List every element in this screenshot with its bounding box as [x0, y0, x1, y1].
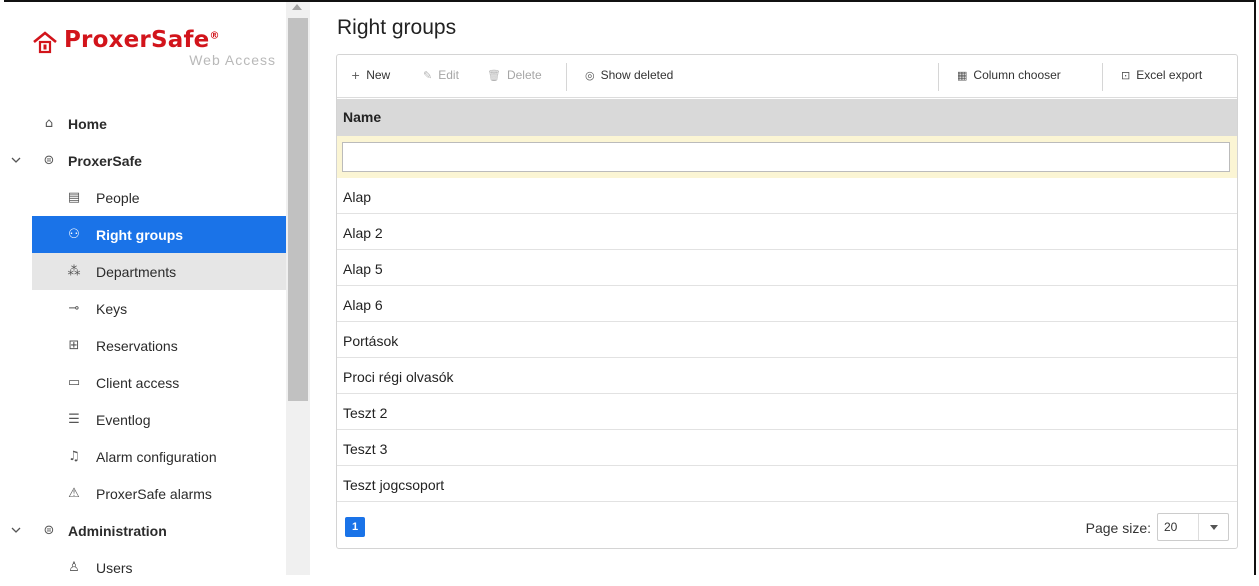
table-row[interactable]: Teszt 3 [337, 430, 1237, 466]
sidebar-item-label: Eventlog [96, 411, 151, 428]
table-row[interactable]: Teszt 2 [337, 394, 1237, 430]
layers-icon: ⊜ [43, 153, 55, 168]
name-filter-input[interactable] [342, 142, 1230, 172]
page-button-current[interactable]: 1 [345, 517, 365, 537]
sidebar-item-label: Client access [96, 374, 180, 391]
sidebar-item-alarm-configuration[interactable]: ♫ Alarm configuration [4, 438, 286, 475]
table-row[interactable]: Teszt jogcsoport [337, 466, 1237, 502]
sidebar-item-label: People [96, 189, 140, 206]
sidebar: ProxerSafe® Web Access ⌂ Home ⊜ ProxerSa… [4, 2, 286, 576]
show-deleted-button[interactable]: ◎ Show deleted [585, 68, 673, 82]
toolbar-divider [938, 63, 939, 91]
sidebar-item-label: Home [68, 115, 107, 132]
sidebar-item-keys[interactable]: ⊸ Keys [4, 290, 286, 327]
grid-rows: Alap Alap 2 Alap 5 Alap 6 Portások Proci… [337, 178, 1237, 502]
brand-subtitle: Web Access [189, 52, 276, 68]
sidebar-item-label: ProxerSafe alarms [96, 485, 212, 502]
user-icon: ♙ [68, 560, 80, 575]
table-row[interactable]: Alap 5 [337, 250, 1237, 286]
toolbar-divider [1102, 63, 1103, 91]
grid-panel: + New ✎ Edit 🗑 Delete ◎ Show deleted ▦ C… [336, 54, 1238, 549]
export-file-icon: ⊡ [1121, 68, 1131, 82]
sidebar-item-proxersafe-alarms[interactable]: ⚠ ProxerSafe alarms [4, 475, 286, 512]
brand-name: ProxerSafe® [64, 27, 220, 53]
page-size-label: Page size: [1085, 520, 1151, 536]
table-row[interactable]: Proci régi olvasók [337, 358, 1237, 394]
chevron-down-icon[interactable] [10, 524, 22, 536]
sidebar-item-home[interactable]: ⌂ Home [4, 105, 286, 142]
list-icon: ☰ [68, 412, 80, 427]
caret-down-icon[interactable] [1210, 525, 1218, 530]
sidebar-item-label: Reservations [96, 337, 178, 354]
filter-row [337, 136, 1237, 178]
sidebar-item-label: Keys [96, 300, 128, 317]
table-row[interactable]: Portások [337, 322, 1237, 358]
column-header-name[interactable]: Name [337, 99, 1237, 136]
sidebar-item-label: Administration [68, 522, 167, 539]
edit-button[interactable]: ✎ Edit [423, 68, 459, 82]
key-icon: ⊸ [68, 301, 80, 316]
bell-icon: ♫ [68, 449, 80, 464]
table-row[interactable]: Alap 6 [337, 286, 1237, 322]
sidebar-scrollbar[interactable] [286, 2, 310, 575]
sidebar-item-label: ProxerSafe [68, 152, 142, 169]
house-logo-icon [33, 31, 57, 54]
eye-icon: ◎ [585, 68, 595, 82]
warning-icon: ⚠ [68, 486, 80, 501]
home-icon: ⌂ [44, 116, 54, 131]
id-card-icon: ▤ [67, 190, 81, 205]
layers-icon: ⊜ [43, 523, 55, 538]
pencil-icon: ✎ [423, 68, 433, 82]
sidebar-item-label: Users [96, 559, 133, 576]
sidebar-item-label: Right groups [96, 226, 184, 243]
excel-export-button[interactable]: ⊡ Excel export [1121, 68, 1202, 82]
sidebar-item-client-access[interactable]: ▭ Client access [4, 364, 286, 401]
sidebar-item-label: Alarm configuration [96, 448, 217, 465]
sidebar-item-eventlog[interactable]: ☰ Eventlog [4, 401, 286, 438]
pager: 1 Page size: 20 [337, 505, 1237, 549]
table-row[interactable]: Alap [337, 178, 1237, 214]
trash-icon: 🗑 [487, 68, 501, 82]
sidebar-group-administration[interactable]: ⊜ Administration [4, 512, 286, 549]
chevron-down-icon[interactable] [10, 154, 22, 166]
toolbar-divider [566, 63, 567, 91]
sidebar-item-people[interactable]: ▤ People [4, 179, 286, 216]
logo: ProxerSafe® Web Access [32, 24, 282, 74]
sidebar-nav: ⌂ Home ⊜ ProxerSafe ▤ People ⚇ Right gro… [4, 105, 286, 586]
plus-icon: + [351, 68, 361, 82]
keyboard-icon: ▭ [67, 375, 81, 390]
page-title: Right groups [337, 16, 457, 39]
column-chooser-icon: ▦ [957, 68, 968, 82]
column-chooser-button[interactable]: ▦ Column chooser [957, 68, 1061, 82]
sidebar-item-reservations[interactable]: ⊞ Reservations [4, 327, 286, 364]
sidebar-item-users[interactable]: ♙ Users [4, 549, 286, 586]
new-button[interactable]: + New [351, 68, 390, 82]
select-divider [1198, 514, 1199, 540]
scroll-up-arrow-icon[interactable] [292, 4, 302, 10]
sidebar-item-right-groups[interactable]: ⚇ Right groups [32, 216, 286, 253]
scrollbar-thumb[interactable] [288, 18, 308, 401]
table-row[interactable]: Alap 2 [337, 214, 1237, 250]
sidebar-group-proxersafe[interactable]: ⊜ ProxerSafe [4, 142, 286, 179]
book-icon: ⊞ [68, 338, 80, 353]
sidebar-item-departments[interactable]: ⁂ Departments [32, 253, 286, 290]
page-size-select[interactable]: 20 [1157, 513, 1229, 541]
page-size-value: 20 [1164, 520, 1178, 534]
sidebar-item-label: Departments [96, 263, 177, 280]
grid-toolbar: + New ✎ Edit 🗑 Delete ◎ Show deleted ▦ C… [337, 55, 1237, 98]
org-chart-icon: ⁂ [67, 264, 81, 279]
delete-button[interactable]: 🗑 Delete [487, 68, 542, 82]
group-icon: ⚇ [68, 227, 80, 242]
